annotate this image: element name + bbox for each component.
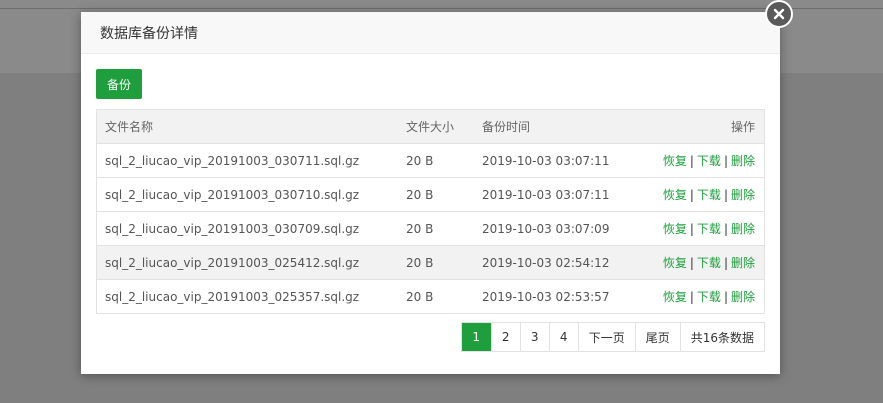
cell-file-size: 20 B <box>406 143 482 178</box>
table-row: sql_2_liucao_vip_20191003_025412.sql.gz … <box>96 245 765 280</box>
total-count: 共16条数据 <box>679 323 764 351</box>
restore-link[interactable]: 恢复 <box>663 188 687 202</box>
cell-file-name: sql_2_liucao_vip_20191003_030710.sql.gz <box>96 177 406 212</box>
restore-link[interactable]: 恢复 <box>663 154 687 168</box>
separator: | <box>723 188 728 202</box>
table-row: sql_2_liucao_vip_20191003_025357.sql.gz … <box>96 279 765 314</box>
download-link[interactable]: 下载 <box>697 154 721 168</box>
page-2-button[interactable]: 2 <box>490 323 520 351</box>
table-row: sql_2_liucao_vip_20191003_030710.sql.gz … <box>96 177 765 212</box>
separator: | <box>689 154 694 168</box>
separator: | <box>723 290 728 304</box>
cell-backup-time: 2019-10-03 03:07:11 <box>482 143 632 178</box>
cell-file-name: sql_2_liucao_vip_20191003_025357.sql.gz <box>96 279 406 314</box>
page-3-button[interactable]: 3 <box>519 323 549 351</box>
cell-file-size: 20 B <box>406 211 482 246</box>
restore-link[interactable]: 恢复 <box>663 256 687 270</box>
cell-backup-time: 2019-10-03 03:07:11 <box>482 177 632 212</box>
cell-actions: 恢复 | 下载 | 删除 <box>632 279 765 314</box>
separator: | <box>723 222 728 236</box>
table-header-row: 文件名称 文件大小 备份时间 操作 <box>96 109 765 144</box>
cell-actions: 恢复 | 下载 | 删除 <box>632 211 765 246</box>
header-file-size: 文件大小 <box>406 109 482 144</box>
separator: | <box>689 222 694 236</box>
header-file-name: 文件名称 <box>96 109 406 144</box>
separator: | <box>723 256 728 270</box>
cell-file-name: sql_2_liucao_vip_20191003_030711.sql.gz <box>96 143 406 178</box>
last-page-button[interactable]: 尾页 <box>634 323 680 351</box>
cell-actions: 恢复 | 下载 | 删除 <box>632 143 765 178</box>
delete-link[interactable]: 删除 <box>731 222 755 236</box>
separator: | <box>723 154 728 168</box>
modal-header: 数据库备份详情 <box>81 12 780 54</box>
modal-title: 数据库备份详情 <box>100 25 198 42</box>
page-1-button[interactable]: 1 <box>461 323 491 351</box>
delete-link[interactable]: 删除 <box>731 188 755 202</box>
cell-file-size: 20 B <box>406 245 482 280</box>
delete-link[interactable]: 删除 <box>731 290 755 304</box>
cell-backup-time: 2019-10-03 02:54:12 <box>482 245 632 280</box>
close-button[interactable] <box>765 0 793 28</box>
table-row: sql_2_liucao_vip_20191003_030711.sql.gz … <box>96 143 765 178</box>
next-page-button[interactable]: 下一页 <box>577 323 635 351</box>
close-icon <box>773 8 785 20</box>
backup-button[interactable]: 备份 <box>96 69 142 99</box>
cell-file-name: sql_2_liucao_vip_20191003_030709.sql.gz <box>96 211 406 246</box>
header-backup-time: 备份时间 <box>482 109 632 144</box>
cell-file-size: 20 B <box>406 279 482 314</box>
header-actions: 操作 <box>632 109 765 144</box>
download-link[interactable]: 下载 <box>697 222 721 236</box>
restore-link[interactable]: 恢复 <box>663 290 687 304</box>
pagination: 1 2 3 4 下一页 尾页 共16条数据 <box>460 322 765 352</box>
backup-table: 文件名称 文件大小 备份时间 操作 sql_2_liucao_vip_20191… <box>96 109 765 314</box>
cell-actions: 恢复 | 下载 | 删除 <box>632 177 765 212</box>
background-divider <box>0 8 883 9</box>
download-link[interactable]: 下载 <box>697 290 721 304</box>
separator: | <box>689 188 694 202</box>
restore-link[interactable]: 恢复 <box>663 222 687 236</box>
cell-backup-time: 2019-10-03 03:07:09 <box>482 211 632 246</box>
delete-link[interactable]: 删除 <box>731 154 755 168</box>
download-link[interactable]: 下载 <box>697 188 721 202</box>
cell-backup-time: 2019-10-03 02:53:57 <box>482 279 632 314</box>
cell-file-size: 20 B <box>406 177 482 212</box>
cell-file-name: sql_2_liucao_vip_20191003_025412.sql.gz <box>96 245 406 280</box>
delete-link[interactable]: 删除 <box>731 256 755 270</box>
cell-actions: 恢复 | 下载 | 删除 <box>632 245 765 280</box>
table-row: sql_2_liucao_vip_20191003_030709.sql.gz … <box>96 211 765 246</box>
page-4-button[interactable]: 4 <box>548 323 578 351</box>
separator: | <box>689 256 694 270</box>
backup-details-modal: 数据库备份详情 备份 文件名称 文件大小 备份时间 操作 sql_2_liuca… <box>81 12 780 374</box>
separator: | <box>689 290 694 304</box>
download-link[interactable]: 下载 <box>697 256 721 270</box>
